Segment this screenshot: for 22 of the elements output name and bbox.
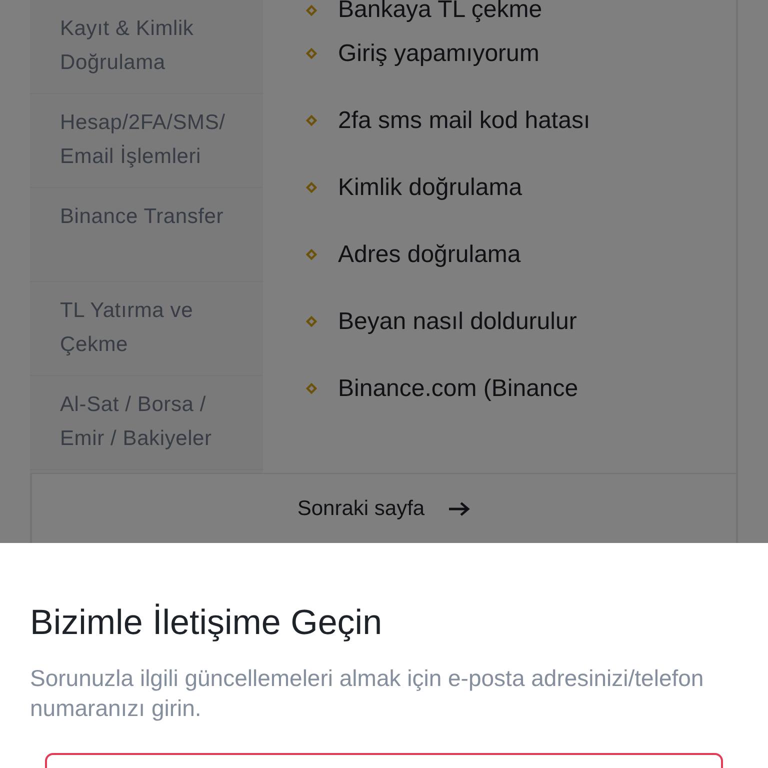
article-link[interactable]: Beyan nasıl doldurulur (338, 308, 577, 336)
sidebar-item[interactable]: TL Yatırma ve Çekme (30, 282, 263, 376)
diamond-icon (305, 114, 318, 127)
sidebar-item[interactable]: Binance Transfer (30, 188, 263, 282)
sheet-title: Bizimle İletişime Geçin (30, 603, 384, 643)
article-link[interactable]: 2fa sms mail kod hatası (338, 106, 590, 134)
diamond-icon (305, 382, 318, 395)
diamond-icon (305, 47, 318, 60)
article-link[interactable]: Giriş yapamıyorum (338, 40, 540, 68)
sidebar-item[interactable]: Kayıt & Kimlik Doğrulama (30, 0, 263, 94)
diamond-icon (305, 248, 318, 261)
sidebar-item[interactable]: Al-Sat / Borsa / Emir / Bakiyeler (30, 376, 263, 470)
diamond-icon (305, 315, 318, 328)
article-link[interactable]: Kimlik doğrulama (338, 174, 522, 202)
diamond-icon (305, 4, 318, 16)
article-link[interactable]: Adres doğrulama (338, 240, 521, 268)
sidebar-item[interactable]: Hesap/2FA/SMS/ Email İşlemleri (30, 94, 263, 188)
article-link[interactable]: Binance.com (Binance (338, 374, 578, 402)
arrow-right-icon (446, 500, 471, 516)
next-page-button[interactable]: Sonraki sayfa (30, 473, 738, 543)
sheet-description: Sorunuzla ilgili güncellemeleri almak için e-posta adresinizi/telefon numaranızı girin. (30, 664, 705, 723)
diamond-icon (305, 181, 318, 194)
